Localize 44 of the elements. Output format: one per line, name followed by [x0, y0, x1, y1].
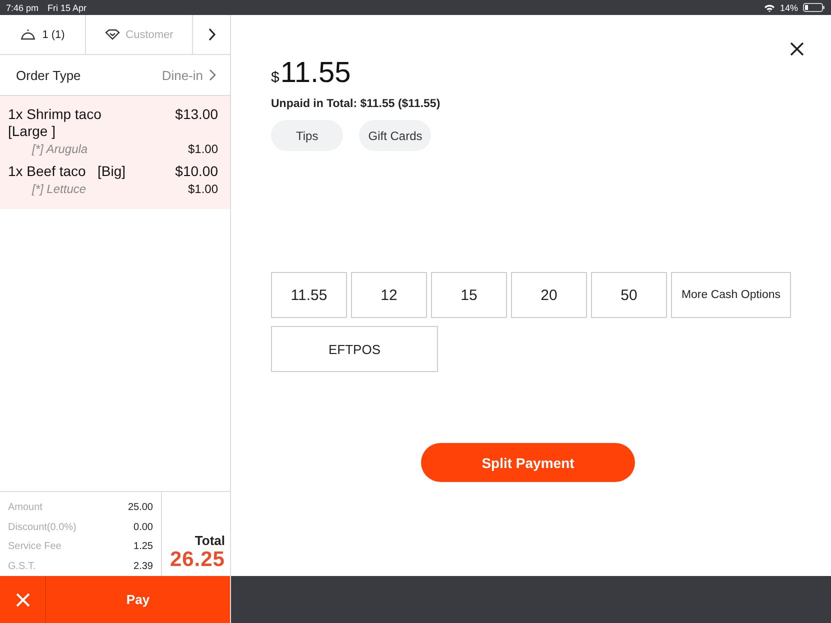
chevron-right-icon [208, 28, 216, 41]
status-time: 7:46 pm [6, 2, 39, 12]
summary-value: 1.25 [134, 541, 153, 552]
chip-button[interactable]: Gift Cards [359, 120, 432, 151]
cash-option-button[interactable]: More Cash Options [671, 272, 791, 318]
summary-label: Service Fee [8, 541, 62, 552]
total-label: Total [194, 533, 225, 548]
close-icon [790, 42, 804, 56]
battery-icon [803, 3, 825, 12]
cash-option-button[interactable]: 50 [591, 272, 667, 318]
guests-button[interactable]: 1 (1) [0, 15, 86, 54]
battery-percent: 14% [780, 2, 798, 12]
order-type-label: Order Type [16, 68, 81, 82]
cash-option-button[interactable]: 12 [351, 272, 427, 318]
cash-option-button[interactable]: 20 [511, 272, 587, 318]
summary-label: G.S.T. [8, 560, 36, 572]
item-price: $10.00 [175, 163, 218, 179]
cash-option-button[interactable]: 15 [431, 272, 507, 318]
summary-label: Discount(0.0%) [8, 522, 76, 533]
status-date: Fri 15 Apr [48, 2, 87, 12]
modifier-price: $1.00 [188, 142, 218, 156]
close-button[interactable] [790, 42, 804, 56]
modifier-name: [*] Lettuce [30, 182, 86, 196]
modifier-price: $1.00 [188, 182, 218, 196]
summary-value: 25.00 [128, 502, 153, 514]
payment-method-button[interactable]: EFTPOS [271, 326, 438, 372]
unpaid-total: Unpaid in Total: $11.55 ($11.55) [271, 98, 442, 110]
amount-due: $11.55 [271, 57, 352, 90]
chip-button[interactable]: Tips [271, 120, 344, 151]
close-icon [16, 592, 30, 606]
cash-option-button[interactable]: 11.55 [271, 272, 347, 318]
wifi-icon [764, 4, 775, 12]
diamond-icon [104, 29, 120, 40]
item-name[interactable]: 1x Beef taco [Big] [8, 163, 143, 180]
summary-value: 0.00 [134, 522, 153, 533]
modifier-name: [*] Arugula [30, 142, 88, 156]
chevron-right-icon [209, 69, 216, 81]
total-value: 26.25 [170, 548, 225, 572]
item-price: $13.00 [175, 106, 218, 122]
order-type-value: Dine-in [162, 68, 203, 82]
summary-value: 2.39 [134, 560, 153, 572]
cloche-icon [20, 28, 36, 41]
item-name[interactable]: 1x Shrimp taco [Large ] [8, 106, 143, 140]
summary-label: Amount [8, 502, 42, 514]
